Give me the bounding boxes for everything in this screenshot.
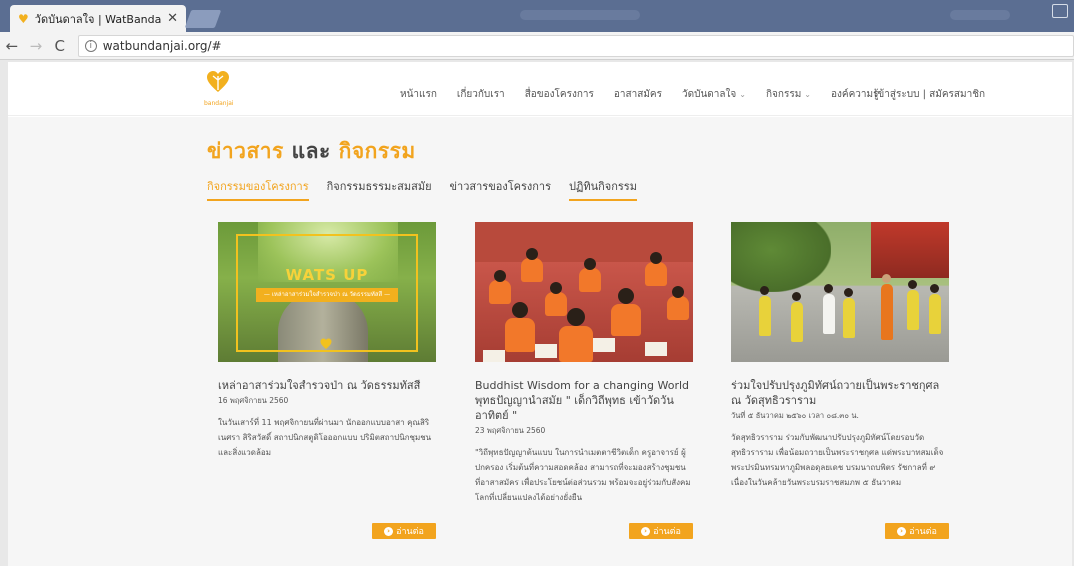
card-date: 23 พฤศจิกายน 2560: [475, 426, 546, 435]
heart-icon: [320, 338, 332, 349]
card-image[interactable]: [475, 222, 693, 362]
new-tab-button[interactable]: [184, 10, 222, 28]
logo-text: bandanjai: [204, 100, 234, 107]
browser-tabbar: ♥ วัดบันดาลใจ | WatBandanj ✕: [0, 0, 1074, 32]
card-image[interactable]: WATS UP — เหล่าอาสาร่วมใจสำรวจป่า ณ วัดธ…: [218, 222, 436, 362]
news-section: ข่าวสาร และ กิจกรรม กิจกรรมของโครงการ กิ…: [8, 117, 1072, 566]
site-logo[interactable]: bandanjai: [204, 70, 234, 108]
tab-project-activities[interactable]: กิจกรรมของโครงการ: [207, 177, 309, 201]
menu-item-volunteer[interactable]: อาสาสมัคร: [614, 87, 662, 102]
menu-item-about[interactable]: เกี่ยวกับเรา: [457, 87, 505, 102]
thumb-ribbon: — เหล่าอาสาร่วมใจสำรวจป่า ณ วัดธรรมทัสสี…: [256, 288, 398, 302]
card-title[interactable]: Buddhist Wisdom for a changing World พุท…: [475, 378, 693, 423]
forward-arrow-icon[interactable]: →: [24, 37, 48, 55]
back-arrow-icon[interactable]: ←: [0, 37, 24, 55]
menu-item-temples[interactable]: วัดบันดาลใจ ⌄: [682, 87, 746, 102]
card-excerpt: ในวันเสาร์ที่ 11 พฤศจิกายนที่ผ่านมา นักอ…: [218, 418, 432, 457]
card-title[interactable]: ร่วมใจปรับปรุงภูมิทัศน์ถวายเป็นพระราชกุศ…: [731, 378, 949, 408]
blurred-window-title: [520, 10, 640, 20]
heart-logo-icon: [207, 71, 229, 92]
menu-item-home[interactable]: หน้าแรก: [400, 87, 437, 102]
menu-item-media[interactable]: สื่อของโครงการ: [525, 87, 594, 102]
arrow-right-icon: ›: [897, 526, 907, 536]
read-more-button[interactable]: › อ่านต่อ: [629, 523, 693, 539]
news-card: ร่วมใจปรับปรุงภูมิทัศน์ถวายเป็นพระราชกุศ…: [731, 222, 949, 539]
window-button[interactable]: [1052, 4, 1068, 18]
read-more-button[interactable]: › อ่านต่อ: [372, 523, 436, 539]
news-card: WATS UP — เหล่าอาสาร่วมใจสำรวจป่า ณ วัดธ…: [218, 222, 436, 539]
info-icon[interactable]: i: [84, 39, 97, 52]
chevron-down-icon: ⌄: [739, 90, 746, 99]
news-card: Buddhist Wisdom for a changing World พุท…: [475, 222, 693, 539]
card-date: วันที่ ๕ ธันวาคม ๒๕๖๐ เวลา ๐๘.๓๐ น.: [731, 411, 859, 420]
card-excerpt: "วิถีพุทธปัญญาต้นแบบ ในการนำเมตตาชีวิตเด…: [475, 448, 691, 502]
tab-title: วัดบันดาลใจ | WatBandanj: [34, 12, 162, 26]
category-tabs: กิจกรรมของโครงการ กิจกรรมธรรมะสมสมัย ข่า…: [207, 177, 637, 201]
menu-item-activities[interactable]: กิจกรรม ⌄: [766, 87, 811, 102]
browser-toolbar: ← → C i watbundanjai.org/#: [0, 32, 1074, 60]
address-bar[interactable]: i watbundanjai.org/#: [77, 34, 1074, 57]
tab-project-news[interactable]: ข่าวสารของโครงการ: [450, 177, 551, 201]
reload-icon[interactable]: C: [48, 37, 72, 55]
arrow-right-icon: ›: [641, 526, 651, 536]
close-icon[interactable]: ✕: [167, 11, 178, 26]
card-excerpt: วัดสุทธิวราราม ร่วมกับพัฒนาปรับปรุงภูมิท…: [731, 433, 944, 487]
card-title[interactable]: เหล่าอาสาร่วมใจสำรวจป่า ณ วัดธรรมทัสสี: [218, 378, 436, 393]
url-text: watbundanjai.org/#: [102, 38, 222, 53]
card-date: 16 พฤศจิกายน 2560: [218, 396, 289, 405]
thumb-title: WATS UP: [285, 266, 369, 284]
login-register-link[interactable]: เข้าสู่ระบบ | สมัครสมาชิก: [874, 87, 985, 102]
arrow-right-icon: ›: [384, 526, 394, 536]
heart-favicon-icon: ♥: [18, 11, 29, 26]
page-title: ข่าวสาร และ กิจกรรม: [207, 139, 416, 163]
chevron-down-icon: ⌄: [804, 90, 811, 99]
read-more-button[interactable]: › อ่านต่อ: [885, 523, 949, 539]
browser-tab[interactable]: ♥ วัดบันดาลใจ | WatBandanj ✕: [10, 5, 186, 32]
main-menu: หน้าแรก เกี่ยวกับเรา สื่อของโครงการ อาสา…: [400, 87, 878, 102]
card-image[interactable]: [731, 222, 949, 362]
tab-dharma-activities[interactable]: กิจกรรมธรรมะสมสมัย: [327, 177, 432, 201]
menu-item-knowledge[interactable]: องค์ความรู้: [831, 87, 878, 102]
tab-calendar[interactable]: ปฏิทินกิจกรรม: [569, 177, 637, 201]
blurred-user-name: [950, 10, 1010, 20]
site-header: bandanjai หน้าแรก เกี่ยวกับเรา สื่อของโค…: [8, 62, 1072, 116]
web-page: bandanjai หน้าแรก เกี่ยวกับเรา สื่อของโค…: [8, 62, 1072, 566]
